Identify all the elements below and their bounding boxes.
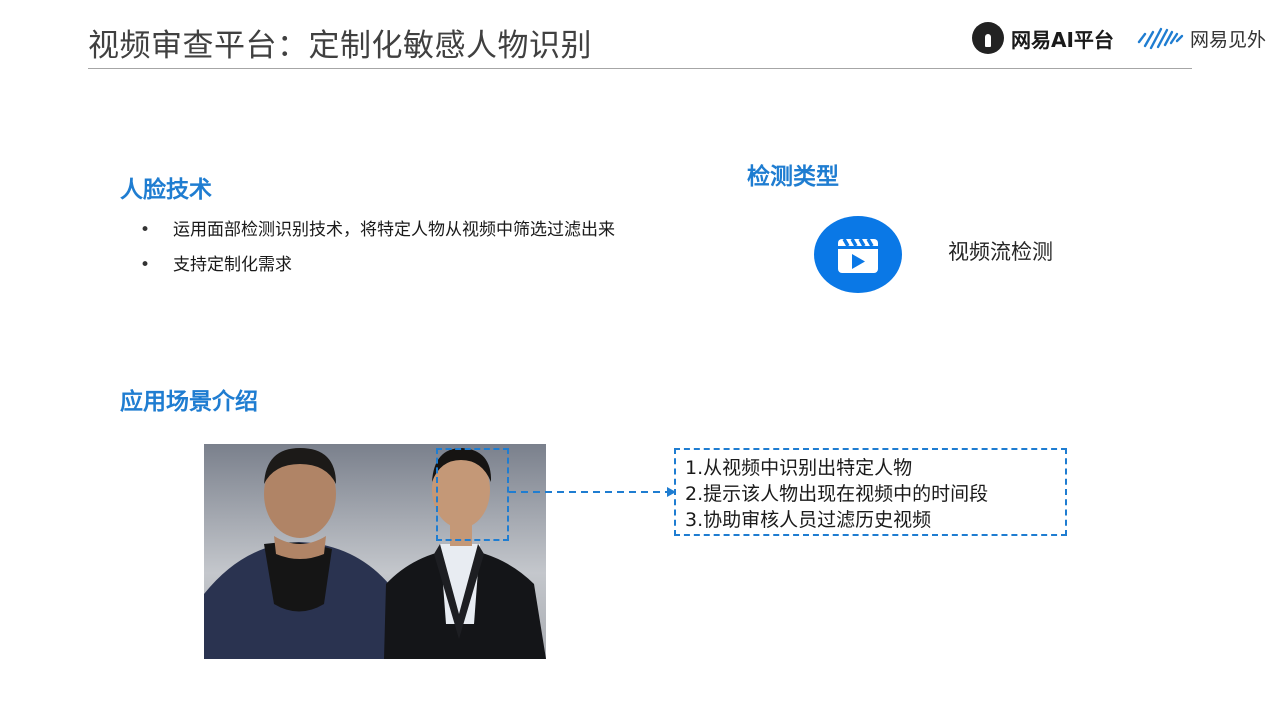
sound-wave-icon <box>1137 27 1184 50</box>
scenario-info-box: 1.从视频中识别出特定人物 2.提示该人物出现在视频中的时间段 3.协助审核人员… <box>674 448 1067 536</box>
netease-ai-logo-icon <box>972 22 1004 54</box>
detection-type-heading: 检测类型 <box>747 164 839 190</box>
bullet-item: 支持定制化需求 <box>140 253 615 288</box>
scenario-line: 3.协助审核人员过滤历史视频 <box>685 509 932 531</box>
scenario-line: 2.提示该人物出现在视频中的时间段 <box>685 483 989 505</box>
scenario-line: 1.从视频中识别出特定人物 <box>685 457 913 479</box>
bullet-item: 运用面部检测识别技术，将特定人物从视频中筛选过滤出来 <box>140 218 615 253</box>
page-title: 视频审查平台：定制化敏感人物识别 <box>88 28 592 64</box>
netease-ai-logo: 网易AI平台 <box>972 22 1114 54</box>
face-tech-bullet-list: 运用面部检测识别技术，将特定人物从视频中筛选过滤出来 支持定制化需求 <box>140 218 615 288</box>
scenario-heading: 应用场景介绍 <box>120 389 258 415</box>
face-tech-heading: 人脸技术 <box>120 177 212 203</box>
netease-jianwai-logo-text: 网易见外 <box>1190 28 1267 51</box>
netease-ai-logo-text: 网易AI平台 <box>1011 27 1114 52</box>
netease-jianwai-logo: 网易见外 <box>1136 24 1266 52</box>
face-detection-box <box>436 448 509 541</box>
video-play-icon <box>814 216 902 293</box>
video-stream-detection-label: 视频流检测 <box>948 240 1053 264</box>
title-divider <box>88 68 1192 69</box>
dashed-arrow <box>509 487 676 497</box>
